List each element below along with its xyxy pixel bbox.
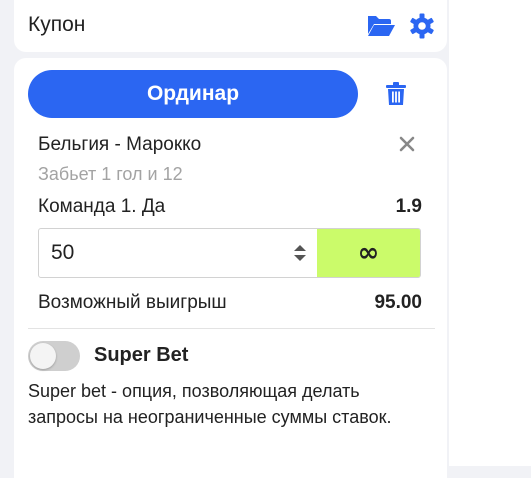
bet-outcome: Команда 1. Да (38, 196, 166, 217)
match-title: Бельгия - Марокко (38, 134, 202, 155)
coupon-card: Ординар Бельгия - Марокко Забьет 1 гол и… (14, 58, 447, 478)
trash-icon[interactable] (385, 82, 407, 111)
toggle-knob (30, 343, 56, 369)
folder-open-icon[interactable] (366, 12, 396, 43)
close-icon[interactable] (399, 136, 415, 157)
potential-win-label: Возможный выигрыш (38, 292, 227, 313)
coupon-header: Купон (14, 0, 447, 52)
super-bet-description: Super bet - опция, позволяющая делать за… (28, 381, 392, 427)
potential-win-value: 95.00 (374, 292, 422, 313)
stake-field: ∞ (38, 228, 421, 278)
ordinar-button[interactable]: Ординар (28, 70, 358, 118)
gear-icon[interactable] (408, 12, 436, 45)
page-edge (449, 0, 531, 466)
max-stake-button[interactable]: ∞ (317, 229, 420, 277)
divider (28, 328, 435, 329)
super-bet-toggle[interactable] (28, 341, 80, 371)
stake-stepper[interactable] (283, 229, 317, 277)
sort-arrows-icon (294, 245, 306, 261)
super-bet-title: Super Bet (94, 344, 189, 366)
coupon-title: Купон (28, 13, 86, 36)
bet-odds: 1.9 (395, 196, 422, 217)
stake-input[interactable] (39, 229, 283, 277)
bet-market: Забьет 1 гол и 12 (38, 164, 183, 184)
